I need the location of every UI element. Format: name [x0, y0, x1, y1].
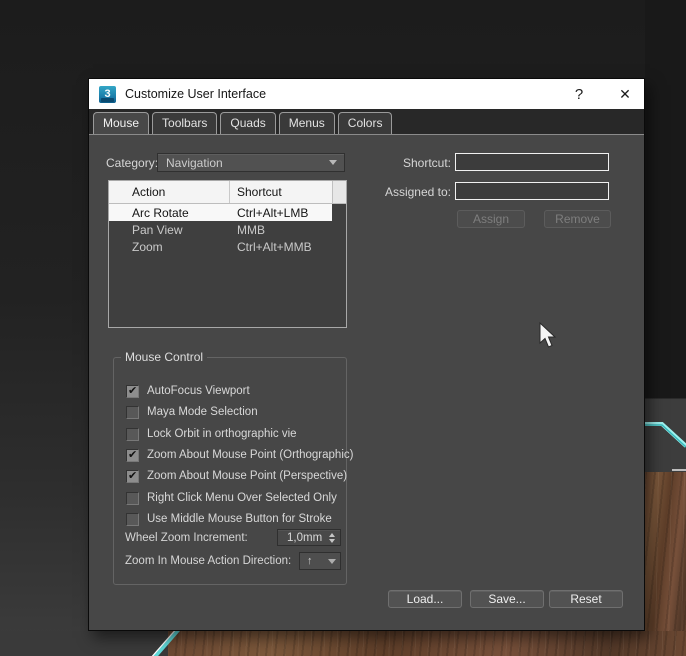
checkbox[interactable] [126, 491, 139, 505]
checkbox-label: Right Click Menu Over Selected Only [147, 492, 337, 504]
zoom-direction-value: ↑ [307, 555, 313, 567]
tab-quads[interactable]: Quads [220, 112, 276, 134]
zoom-direction-label: Zoom In Mouse Action Direction: [125, 555, 292, 567]
mouse-cursor-icon [539, 322, 557, 348]
3ds-max-app-icon: 3 [99, 85, 116, 103]
category-dropdown-value: Navigation [166, 155, 223, 170]
checkbox[interactable] [126, 469, 139, 483]
remove-button[interactable]: Remove [544, 210, 611, 228]
mouse-control-group-title: Mouse Control [121, 350, 208, 364]
row-shortcut: Ctrl+Alt+LMB [237, 205, 309, 220]
checkbox[interactable] [126, 427, 139, 441]
title-bar[interactable]: 3 Customize User Interface ? ✕ [89, 79, 644, 109]
checkbox[interactable] [126, 512, 139, 526]
load-button[interactable]: Load... [388, 590, 462, 608]
assigned-to-label: Assigned to: [384, 185, 451, 199]
wheel-zoom-increment-value: 1,0mm [287, 531, 323, 544]
row-shortcut: Ctrl+Alt+MMB [237, 239, 312, 254]
checkbox-row-zoom-about-perspective[interactable]: Zoom About Mouse Point (Perspective) [126, 468, 347, 484]
chevron-down-icon [328, 558, 336, 564]
shortcut-label: Shortcut: [402, 156, 451, 170]
category-dropdown[interactable]: Navigation [157, 153, 345, 172]
row-action: Pan View [132, 222, 183, 237]
chevron-down-icon [329, 160, 337, 165]
checkbox[interactable] [126, 384, 139, 398]
checkbox-label: Use Middle Mouse Button for Stroke [147, 513, 332, 525]
save-button[interactable]: Save... [470, 590, 544, 608]
mouse-control-group: Mouse Control AutoFocus Viewport Maya Mo… [113, 350, 353, 585]
table-row[interactable]: Pan View MMB [109, 221, 332, 238]
viewport-dark-area [645, 0, 686, 398]
close-button[interactable]: ✕ [616, 86, 634, 103]
tab-menus[interactable]: Menus [278, 112, 335, 134]
help-button[interactable]: ? [570, 86, 588, 103]
checkbox-row-middle-mouse-stroke[interactable]: Use Middle Mouse Button for Stroke [126, 511, 332, 527]
tab-strip: Mouse Toolbars Quads Menus Colors [89, 109, 644, 135]
checkbox[interactable] [126, 448, 139, 462]
table-scrollbar[interactable] [332, 181, 346, 203]
column-header-shortcut[interactable]: Shortcut [230, 185, 346, 199]
tab-mouse[interactable]: Mouse [93, 112, 150, 134]
wheel-zoom-increment-label: Wheel Zoom Increment: [125, 532, 248, 544]
reset-button[interactable]: Reset [549, 590, 623, 608]
viewport-wood-texture-bottom [168, 631, 686, 656]
table-row[interactable]: Zoom Ctrl+Alt+MMB [109, 238, 332, 255]
customize-user-interface-dialog: 3 Customize User Interface ? ✕ Mouse Too… [88, 78, 645, 631]
hud-cyan-chevron [645, 422, 686, 471]
checkbox-label: Zoom About Mouse Point (Perspective) [147, 470, 348, 482]
checkbox-row-zoom-about-orthographic[interactable]: Zoom About Mouse Point (Orthographic) [126, 447, 353, 463]
wheel-zoom-increment-spinner[interactable]: 1,0mm [277, 529, 341, 546]
checkbox-row-lock-orbit[interactable]: Lock Orbit in orthographic vie [126, 426, 297, 442]
dialog-body: Category: Navigation Shortcut: Assigned … [89, 135, 644, 632]
tab-colors[interactable]: Colors [337, 112, 393, 134]
checkbox-label: Maya Mode Selection [147, 406, 258, 418]
window-title: Customize User Interface [125, 87, 267, 101]
spinner-arrows-icon[interactable] [329, 532, 335, 543]
action-shortcut-table: Action Shortcut Arc Rotate Ctrl+Alt+LMB … [108, 180, 347, 328]
category-label: Category: [106, 156, 159, 170]
assign-button[interactable]: Assign [457, 210, 525, 228]
checkbox-row-maya-mode[interactable]: Maya Mode Selection [126, 404, 258, 420]
checkbox-row-autofocus-viewport[interactable]: AutoFocus Viewport [126, 383, 250, 399]
checkbox-row-right-click-menu[interactable]: Right Click Menu Over Selected Only [126, 490, 337, 506]
checkbox-label: Lock Orbit in orthographic vie [147, 428, 297, 440]
table-header: Action Shortcut [109, 181, 346, 204]
tab-toolbars[interactable]: Toolbars [152, 112, 218, 134]
assigned-to-input[interactable] [455, 182, 609, 200]
zoom-direction-dropdown[interactable]: ↑ [299, 552, 341, 570]
row-action: Zoom [132, 239, 163, 254]
viewport-wood-texture-right [645, 472, 686, 656]
table-row[interactable]: Arc Rotate Ctrl+Alt+LMB [109, 204, 332, 221]
row-action: Arc Rotate [132, 205, 189, 220]
shortcut-input[interactable] [455, 153, 609, 171]
column-header-action[interactable]: Action [109, 181, 230, 203]
checkbox-label: AutoFocus Viewport [147, 385, 250, 397]
checkbox-label: Zoom About Mouse Point (Orthographic) [147, 449, 354, 461]
row-shortcut: MMB [237, 222, 265, 237]
checkbox[interactable] [126, 405, 139, 419]
